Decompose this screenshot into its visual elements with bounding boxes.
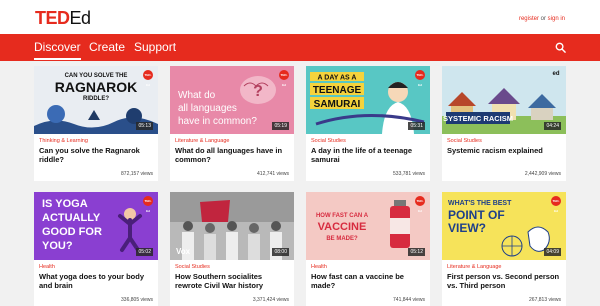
logo-ed: Ed [69,8,92,28]
video-title[interactable]: What yoga does to your body and brain [39,272,153,290]
video-thumbnail[interactable]: A DAY AS A TEENAGE SAMURAI TED-Ed 05:31 [306,66,430,134]
thumb-line-2: POINT OF [448,208,505,222]
sign-in-link[interactable]: sign in [548,16,565,22]
video-subject[interactable]: Literature & Language [175,138,229,144]
thumb-line-1: SYSTEMIC RACISM [443,114,513,123]
video-card[interactable]: CAN YOU SOLVE THE RAGNAROK RIDDLE? TED-E… [34,66,158,181]
view-count: 3,371,424 views [252,297,289,303]
video-title[interactable]: Systemic racism explained [447,146,561,155]
nav-create[interactable]: Create [89,40,125,54]
video-title[interactable]: First person vs. Second person vs. Third… [447,272,561,290]
video-duration: 05:02 [136,248,153,256]
act-tv-logo: ed [552,71,559,77]
video-card[interactable]: HOW FAST CAN A VACCINE BE MADE? TED-Ed 0… [306,192,430,306]
thumb-line-1: A DAY AS A [318,75,357,82]
auth-links: register or sign in [519,16,565,22]
view-count: 2,442,909 views [524,171,561,177]
thumb-line-2: ACTUALLY [42,212,101,224]
video-thumbnail[interactable]: WHAT'S THE BEST POINT OF VIEW? TED-Ed 04… [442,192,566,260]
thumb-line-3: VIEW? [448,221,486,235]
video-subject[interactable]: Social Studies [175,264,210,270]
video-card[interactable]: ? What do all languages have in common? … [170,66,294,181]
svg-text:?: ? [253,83,263,100]
video-subject[interactable]: Thinking & Learning [39,138,88,144]
view-count: 741,844 views [393,297,425,303]
video-subject[interactable]: Literature & Language [447,264,501,270]
nav-discover[interactable]: Discover [34,40,81,60]
video-card[interactable]: A DAY AS A TEENAGE SAMURAI TED-Ed 05:31 … [306,66,430,181]
video-duration: 05:31 [408,122,425,130]
thumb-line-3: SAMURAI [314,99,361,110]
thumb-line-2: all languages [178,103,237,114]
vox-logo: Vox [176,247,191,256]
thumb-line-3: have in common? [178,116,257,127]
thumb-line-1: WHAT'S THE BEST [448,200,512,207]
view-count: 336,805 views [121,297,153,303]
ted-ed-badge: TED-Ed [143,70,153,87]
thumb-line-4: YOU? [42,240,73,252]
video-thumbnail[interactable]: CAN YOU SOLVE THE RAGNAROK RIDDLE? TED-E… [34,66,158,134]
ted-ed-badge: TED-Ed [415,196,425,213]
video-duration: 05:13 [136,122,153,130]
thumb-line-3: RIDDLE? [83,96,109,102]
thumb-line-1: IS YOGA [42,198,88,210]
thumb-line-3: BE MADE? [326,236,358,242]
nav-support[interactable]: Support [134,40,176,54]
top-bar: TEDEd register or sign in [0,0,600,34]
video-duration: 04:24 [544,122,561,130]
video-duration: 05:19 [272,122,289,130]
video-title[interactable]: What do all languages have in common? [175,146,289,164]
video-thumbnail[interactable]: HOW FAST CAN A VACCINE BE MADE? TED-Ed 0… [306,192,430,260]
ted-ed-logo[interactable]: TEDEd [35,9,91,27]
video-card[interactable]: WHAT'S THE BEST POINT OF VIEW? TED-Ed 04… [442,192,566,306]
video-title[interactable]: How Southern socialites rewrote Civil Wa… [175,272,289,290]
video-thumbnail[interactable]: ? What do all languages have in common? … [170,66,294,134]
register-link[interactable]: register [519,16,539,22]
main-nav: Discover Create Support [0,34,600,61]
logo-ted: TED [35,8,70,28]
video-card[interactable]: SYSTEMIC RACISM ed 04:24 Social Studies … [442,66,566,181]
view-count: 412,741 views [257,171,289,177]
ted-ed-badge: TED-Ed [143,196,153,213]
thumb-line-2: TEENAGE [313,85,362,96]
video-subject[interactable]: Social Studies [447,138,482,144]
thumb-line-3: GOOD FOR [42,226,102,238]
video-duration: 04:09 [544,248,561,256]
video-card[interactable]: IS YOGA ACTUALLY GOOD FOR YOU? TED-Ed 05… [34,192,158,306]
view-count: 872,157 views [121,171,153,177]
video-title[interactable]: How fast can a vaccine be made? [311,272,425,290]
view-count: 533,781 views [393,171,425,177]
thumb-line-2: VACCINE [318,221,367,233]
video-subject[interactable]: Social Studies [311,138,346,144]
auth-separator: or [538,16,548,22]
video-thumbnail[interactable]: IS YOGA ACTUALLY GOOD FOR YOU? TED-Ed 05… [34,192,158,260]
ted-ed-badge: TED-Ed [279,70,289,87]
thumb-line-2: RAGNAROK [55,79,137,95]
video-thumbnail[interactable]: SYSTEMIC RACISM ed 04:24 [442,66,566,134]
ted-ed-badge: TED-Ed [415,70,425,87]
video-card[interactable]: Vox 08:00 Social Studies How Southern so… [170,192,294,306]
video-duration: 08:00 [272,248,289,256]
thumb-line-1: HOW FAST CAN A [316,213,369,219]
video-title[interactable]: Can you solve the Ragnarok riddle? [39,146,153,164]
video-title[interactable]: A day in the life of a teenage samurai [311,146,425,164]
ted-ed-badge: TED-Ed [551,196,561,213]
search-icon[interactable] [555,42,566,53]
video-subject[interactable]: Health [39,264,55,270]
view-count: 267,813 views [529,297,561,303]
video-subject[interactable]: Health [311,264,327,270]
video-thumbnail[interactable]: Vox 08:00 [170,192,294,260]
thumb-line-1: What do [178,90,216,101]
video-duration: 05:12 [408,248,425,256]
